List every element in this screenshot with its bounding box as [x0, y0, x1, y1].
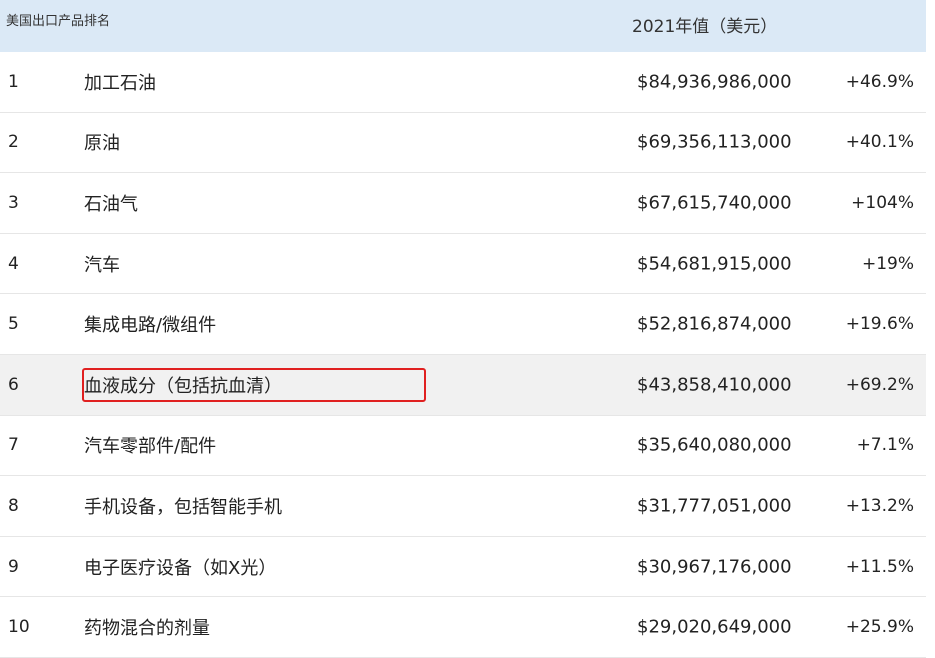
rank-cell: 2 — [8, 132, 19, 153]
table-body: 1 加工石油 $84,936,986,000 +46.9% 2 原油 $69,3… — [0, 52, 926, 658]
table-row: 1 加工石油 $84,936,986,000 +46.9% — [0, 52, 926, 113]
export-value-cell: $31,777,051,000 — [637, 495, 792, 517]
table-row: 8 手机设备，包括智能手机 $31,777,051,000 +13.2% — [0, 476, 926, 537]
table-row: 4 汽车 $54,681,915,000 +19% — [0, 233, 926, 295]
table-row: 3 石油气 $67,615,740,000 +104% — [0, 173, 926, 234]
product-name-cell: 药物混合的剂量 — [84, 618, 210, 640]
change-percent-cell: +19% — [861, 253, 914, 274]
product-name-cell: 加工石油 — [84, 72, 156, 94]
product-name-cell: 手机设备，包括智能手机 — [84, 496, 282, 518]
rank-cell: 6 — [8, 374, 19, 395]
export-value-cell: $43,858,410,000 — [637, 374, 792, 396]
product-name-cell: 石油气 — [84, 193, 138, 215]
change-percent-cell: +11.5% — [845, 556, 914, 577]
change-percent-cell: +46.9% — [845, 71, 914, 92]
table-row: 7 汽车零部件/配件 $35,640,080,000 +7.1% — [0, 415, 926, 477]
header-value-column: 2021年值（美元） — [632, 17, 778, 37]
export-value-cell: $84,936,986,000 — [637, 71, 792, 93]
change-percent-cell: +19.6% — [845, 314, 914, 335]
export-value-cell: $69,356,113,000 — [637, 131, 792, 153]
table-row: 5 集成电路/微组件 $52,816,874,000 +19.6% — [0, 294, 926, 355]
rank-cell: 5 — [8, 314, 19, 335]
export-value-cell: $52,816,874,000 — [637, 313, 792, 335]
change-percent-cell: +69.2% — [845, 374, 914, 395]
rank-cell: 7 — [8, 435, 19, 456]
export-value-cell: $29,020,649,000 — [637, 616, 792, 638]
product-name-cell: 汽车零部件/配件 — [84, 436, 217, 458]
product-name-cell: 原油 — [84, 133, 120, 155]
export-ranking-table: 美国出口产品排名 2021年值（美元） 1 加工石油 $84,936,986,0… — [0, 0, 926, 658]
product-name-cell: 电子医疗设备（如X光） — [84, 557, 277, 579]
product-name-cell: 汽车 — [84, 254, 120, 276]
export-value-cell: $30,967,176,000 — [637, 556, 792, 578]
header-title: 美国出口产品排名 — [6, 14, 111, 29]
export-value-cell: $54,681,915,000 — [637, 253, 792, 275]
table-header: 美国出口产品排名 2021年值（美元） — [0, 0, 926, 53]
change-percent-cell: +7.1% — [856, 435, 914, 456]
rank-cell: 8 — [8, 495, 19, 516]
product-name-cell: 集成电路/微组件 — [84, 315, 217, 337]
rank-cell: 10 — [8, 617, 30, 638]
rank-cell: 3 — [8, 192, 19, 213]
export-value-cell: $35,640,080,000 — [637, 434, 792, 456]
rank-cell: 9 — [8, 556, 19, 577]
table-row-highlighted: 6 血液成分（包括抗血清） $43,858,410,000 +69.2% — [0, 354, 926, 416]
table-row: 9 电子医疗设备（如X光） $30,967,176,000 +11.5% — [0, 536, 926, 598]
rank-cell: 1 — [8, 71, 19, 92]
rank-cell: 4 — [8, 253, 19, 274]
table-row: 10 药物混合的剂量 $29,020,649,000 +25.9% — [0, 597, 926, 658]
table-row: 2 原油 $69,356,113,000 +40.1% — [0, 112, 926, 174]
product-name-cell: 血液成分（包括抗血清） — [84, 375, 282, 397]
change-percent-cell: +40.1% — [845, 132, 914, 153]
change-percent-cell: +13.2% — [845, 495, 914, 516]
change-percent-cell: +25.9% — [845, 617, 914, 638]
change-percent-cell: +104% — [851, 192, 914, 213]
export-value-cell: $67,615,740,000 — [637, 192, 792, 214]
